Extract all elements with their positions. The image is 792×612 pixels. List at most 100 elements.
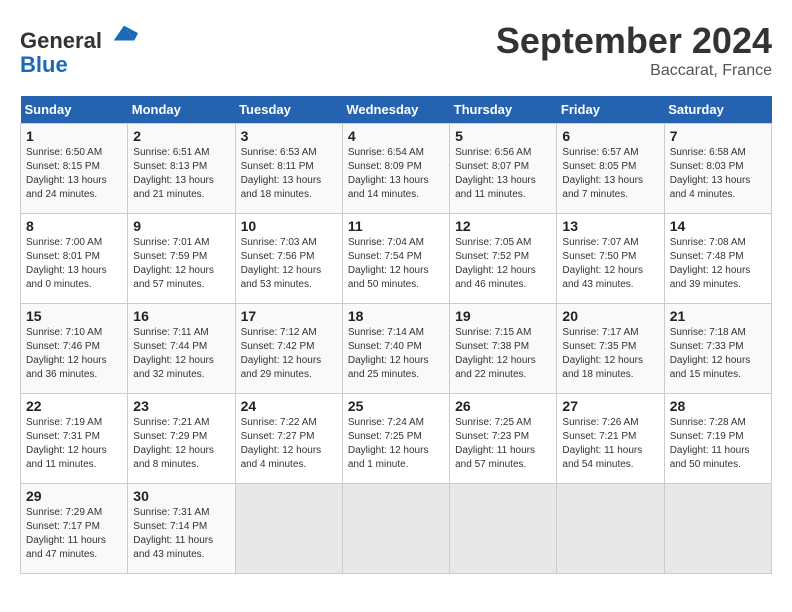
logo-icon	[110, 20, 138, 48]
day-number: 18	[348, 308, 444, 324]
day-info: Sunrise: 7:14 AM Sunset: 7:40 PM Dayligh…	[348, 326, 444, 382]
title-block: September 2024 Baccarat, France	[496, 20, 772, 80]
table-row: 29 Sunrise: 7:29 AM Sunset: 7:17 PM Dayl…	[21, 484, 772, 574]
day-info: Sunrise: 6:54 AM Sunset: 8:09 PM Dayligh…	[348, 146, 444, 202]
day-number: 30	[133, 488, 229, 504]
day-info: Sunrise: 7:24 AM Sunset: 7:25 PM Dayligh…	[348, 416, 444, 472]
month-title: September 2024	[496, 20, 772, 62]
day-info: Sunrise: 6:51 AM Sunset: 8:13 PM Dayligh…	[133, 146, 229, 202]
day-20-fri: 20 Sunrise: 7:17 AM Sunset: 7:35 PM Dayl…	[557, 304, 664, 394]
day-info: Sunrise: 6:58 AM Sunset: 8:03 PM Dayligh…	[670, 146, 766, 202]
day-number: 1	[26, 128, 122, 144]
empty-cell	[235, 484, 342, 574]
day-3-tue: 3 Sunrise: 6:53 AM Sunset: 8:11 PM Dayli…	[235, 124, 342, 214]
day-info: Sunrise: 6:57 AM Sunset: 8:05 PM Dayligh…	[562, 146, 658, 202]
day-22-sun: 22 Sunrise: 7:19 AM Sunset: 7:31 PM Dayl…	[21, 394, 128, 484]
day-info: Sunrise: 6:56 AM Sunset: 8:07 PM Dayligh…	[455, 146, 551, 202]
day-4-wed: 4 Sunrise: 6:54 AM Sunset: 8:09 PM Dayli…	[342, 124, 449, 214]
day-number: 9	[133, 218, 229, 234]
day-info: Sunrise: 7:11 AM Sunset: 7:44 PM Dayligh…	[133, 326, 229, 382]
day-info: Sunrise: 7:10 AM Sunset: 7:46 PM Dayligh…	[26, 326, 122, 382]
day-7-sat: 7 Sunrise: 6:58 AM Sunset: 8:03 PM Dayli…	[664, 124, 771, 214]
day-number: 28	[670, 398, 766, 414]
day-5-thu: 5 Sunrise: 6:56 AM Sunset: 8:07 PM Dayli…	[450, 124, 557, 214]
day-13-fri: 13 Sunrise: 7:07 AM Sunset: 7:50 PM Dayl…	[557, 214, 664, 304]
day-27-fri: 27 Sunrise: 7:26 AM Sunset: 7:21 PM Dayl…	[557, 394, 664, 484]
day-number: 5	[455, 128, 551, 144]
col-saturday: Saturday	[664, 96, 771, 124]
col-tuesday: Tuesday	[235, 96, 342, 124]
calendar-table: Sunday Monday Tuesday Wednesday Thursday…	[20, 96, 772, 574]
day-23-mon: 23 Sunrise: 7:21 AM Sunset: 7:29 PM Dayl…	[128, 394, 235, 484]
day-info: Sunrise: 7:00 AM Sunset: 8:01 PM Dayligh…	[26, 236, 122, 292]
day-16-mon: 16 Sunrise: 7:11 AM Sunset: 7:44 PM Dayl…	[128, 304, 235, 394]
day-info: Sunrise: 7:05 AM Sunset: 7:52 PM Dayligh…	[455, 236, 551, 292]
col-sunday: Sunday	[21, 96, 128, 124]
day-info: Sunrise: 7:04 AM Sunset: 7:54 PM Dayligh…	[348, 236, 444, 292]
day-number: 29	[26, 488, 122, 504]
day-number: 12	[455, 218, 551, 234]
day-info: Sunrise: 7:25 AM Sunset: 7:23 PM Dayligh…	[455, 416, 551, 472]
day-14-sat: 14 Sunrise: 7:08 AM Sunset: 7:48 PM Dayl…	[664, 214, 771, 304]
col-wednesday: Wednesday	[342, 96, 449, 124]
day-26-thu: 26 Sunrise: 7:25 AM Sunset: 7:23 PM Dayl…	[450, 394, 557, 484]
day-info: Sunrise: 7:08 AM Sunset: 7:48 PM Dayligh…	[670, 236, 766, 292]
day-12-thu: 12 Sunrise: 7:05 AM Sunset: 7:52 PM Dayl…	[450, 214, 557, 304]
empty-cell	[342, 484, 449, 574]
day-number: 23	[133, 398, 229, 414]
day-1-sun: 1 Sunrise: 6:50 AM Sunset: 8:15 PM Dayli…	[21, 124, 128, 214]
day-8-sun: 8 Sunrise: 7:00 AM Sunset: 8:01 PM Dayli…	[21, 214, 128, 304]
logo-general-text: General	[20, 28, 102, 53]
day-6-fri: 6 Sunrise: 6:57 AM Sunset: 8:05 PM Dayli…	[557, 124, 664, 214]
day-number: 13	[562, 218, 658, 234]
day-number: 22	[26, 398, 122, 414]
empty-cell	[557, 484, 664, 574]
table-row: 22 Sunrise: 7:19 AM Sunset: 7:31 PM Dayl…	[21, 394, 772, 484]
day-19-thu: 19 Sunrise: 7:15 AM Sunset: 7:38 PM Dayl…	[450, 304, 557, 394]
day-number: 10	[241, 218, 337, 234]
day-number: 25	[348, 398, 444, 414]
col-friday: Friday	[557, 96, 664, 124]
day-number: 24	[241, 398, 337, 414]
location: Baccarat, France	[496, 62, 772, 80]
day-number: 2	[133, 128, 229, 144]
day-info: Sunrise: 7:18 AM Sunset: 7:33 PM Dayligh…	[670, 326, 766, 382]
day-11-wed: 11 Sunrise: 7:04 AM Sunset: 7:54 PM Dayl…	[342, 214, 449, 304]
day-info: Sunrise: 7:07 AM Sunset: 7:50 PM Dayligh…	[562, 236, 658, 292]
day-29-sun: 29 Sunrise: 7:29 AM Sunset: 7:17 PM Dayl…	[21, 484, 128, 574]
day-10-tue: 10 Sunrise: 7:03 AM Sunset: 7:56 PM Dayl…	[235, 214, 342, 304]
day-info: Sunrise: 7:21 AM Sunset: 7:29 PM Dayligh…	[133, 416, 229, 472]
day-info: Sunrise: 7:17 AM Sunset: 7:35 PM Dayligh…	[562, 326, 658, 382]
day-2-mon: 2 Sunrise: 6:51 AM Sunset: 8:13 PM Dayli…	[128, 124, 235, 214]
day-9-mon: 9 Sunrise: 7:01 AM Sunset: 7:59 PM Dayli…	[128, 214, 235, 304]
day-info: Sunrise: 7:12 AM Sunset: 7:42 PM Dayligh…	[241, 326, 337, 382]
day-number: 19	[455, 308, 551, 324]
day-info: Sunrise: 7:15 AM Sunset: 7:38 PM Dayligh…	[455, 326, 551, 382]
logo-blue-text: Blue	[20, 52, 68, 77]
day-info: Sunrise: 7:01 AM Sunset: 7:59 PM Dayligh…	[133, 236, 229, 292]
day-info: Sunrise: 7:26 AM Sunset: 7:21 PM Dayligh…	[562, 416, 658, 472]
day-info: Sunrise: 7:19 AM Sunset: 7:31 PM Dayligh…	[26, 416, 122, 472]
col-monday: Monday	[128, 96, 235, 124]
day-number: 6	[562, 128, 658, 144]
col-thursday: Thursday	[450, 96, 557, 124]
day-28-sat: 28 Sunrise: 7:28 AM Sunset: 7:19 PM Dayl…	[664, 394, 771, 484]
day-info: Sunrise: 7:31 AM Sunset: 7:14 PM Dayligh…	[133, 506, 229, 562]
day-number: 17	[241, 308, 337, 324]
day-number: 7	[670, 128, 766, 144]
day-number: 27	[562, 398, 658, 414]
day-number: 20	[562, 308, 658, 324]
day-info: Sunrise: 7:29 AM Sunset: 7:17 PM Dayligh…	[26, 506, 122, 562]
table-row: 8 Sunrise: 7:00 AM Sunset: 8:01 PM Dayli…	[21, 214, 772, 304]
day-15-sun: 15 Sunrise: 7:10 AM Sunset: 7:46 PM Dayl…	[21, 304, 128, 394]
day-number: 14	[670, 218, 766, 234]
table-row: 15 Sunrise: 7:10 AM Sunset: 7:46 PM Dayl…	[21, 304, 772, 394]
day-25-wed: 25 Sunrise: 7:24 AM Sunset: 7:25 PM Dayl…	[342, 394, 449, 484]
page-header: General Blue September 2024 Baccarat, Fr…	[20, 20, 772, 80]
day-number: 3	[241, 128, 337, 144]
day-17-tue: 17 Sunrise: 7:12 AM Sunset: 7:42 PM Dayl…	[235, 304, 342, 394]
day-number: 8	[26, 218, 122, 234]
day-info: Sunrise: 7:28 AM Sunset: 7:19 PM Dayligh…	[670, 416, 766, 472]
empty-cell	[450, 484, 557, 574]
logo: General Blue	[20, 20, 138, 77]
